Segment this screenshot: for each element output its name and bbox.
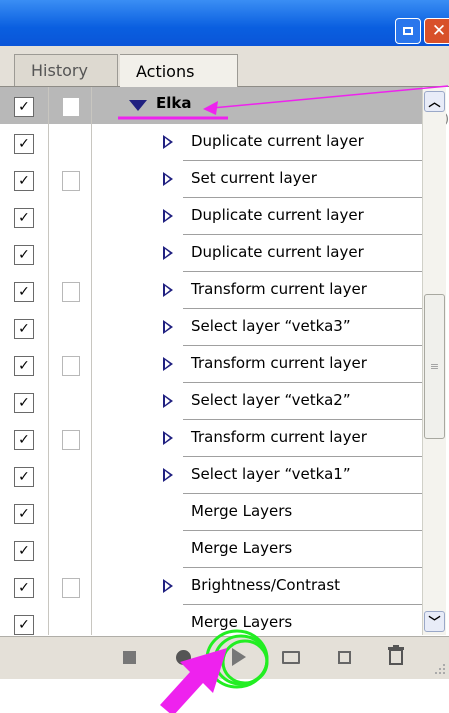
column-divider (48, 87, 49, 635)
collapsed-triangle-icon[interactable] (163, 431, 173, 445)
toggle-dialog-checkbox[interactable] (62, 430, 80, 450)
scroll-thumb[interactable]: ≡ (424, 294, 445, 439)
toggle-item-checkbox[interactable]: ✓ (14, 97, 34, 117)
collapsed-triangle-icon[interactable] (163, 579, 173, 593)
actions-panel: ✕ History Actions ✓ Elka ✓ Duplicate curren… (0, 0, 449, 679)
action-row[interactable]: ✓ Select layer “vetka2” (0, 383, 422, 420)
actions-list: ✓ Elka ✓ Duplicate current layer ✓ Set curren… (0, 87, 422, 642)
bottom-toolbar (0, 636, 449, 679)
action-label: Set current layer (191, 169, 317, 187)
action-label: Select layer “vetka1” (191, 465, 351, 483)
action-label: Transform current layer (191, 280, 367, 298)
tab-history[interactable]: History (14, 54, 118, 86)
collapsed-triangle-icon[interactable] (163, 283, 173, 297)
grip-icon: ≡ (429, 360, 440, 373)
record-icon[interactable] (174, 648, 192, 666)
action-row[interactable]: ✓ Duplicate current layer (0, 124, 422, 161)
action-row[interactable]: ✓ Merge Layers (0, 494, 422, 531)
expand-triangle-icon[interactable] (129, 100, 147, 111)
action-label: Duplicate current layer (191, 132, 364, 150)
collapsed-triangle-icon[interactable] (163, 246, 173, 260)
chevron-up-icon: ︿ (428, 95, 441, 109)
action-label: Duplicate current layer (191, 206, 364, 224)
toggle-item-checkbox[interactable]: ✓ (14, 578, 34, 598)
action-label: Merge Layers (191, 613, 293, 631)
action-row[interactable]: ✓ Select layer “vetka1” (0, 457, 422, 494)
action-set-label: Elka (156, 94, 192, 112)
title-bar: ✕ (0, 0, 449, 46)
toggle-item-checkbox[interactable]: ✓ (14, 208, 34, 228)
collapsed-triangle-icon[interactable] (163, 357, 173, 371)
action-row[interactable]: ✓ Merge Layers (0, 531, 422, 568)
collapsed-triangle-icon[interactable] (163, 209, 173, 223)
chevron-down-icon: ﹀ (428, 615, 441, 629)
toggle-item-checkbox[interactable]: ✓ (14, 134, 34, 154)
action-row[interactable]: ✓ Transform current layer (0, 420, 422, 457)
toggle-dialog-checkbox[interactable] (62, 578, 80, 598)
collapsed-triangle-icon[interactable] (163, 172, 173, 186)
toggle-item-checkbox[interactable]: ✓ (14, 504, 34, 524)
collapsed-triangle-icon[interactable] (163, 135, 173, 149)
action-label: Transform current layer (191, 428, 367, 446)
toggle-dialog-checkbox[interactable] (62, 171, 80, 191)
scroll-up-button[interactable]: ︿ (424, 91, 445, 112)
action-row[interactable]: ✓ Duplicate current layer (0, 198, 422, 235)
tab-history-label: History (31, 61, 88, 80)
action-label: Brightness/Contrast (191, 576, 341, 594)
minimize-icon (403, 27, 413, 35)
action-row[interactable]: ✓ Duplicate current layer (0, 235, 422, 272)
toggle-dialog-checkbox[interactable] (62, 356, 80, 376)
resize-grip-icon[interactable] (432, 661, 446, 675)
action-row[interactable]: ✓ Transform current layer (0, 272, 422, 309)
tab-strip: History Actions (0, 46, 449, 128)
close-icon: ✕ (431, 21, 447, 41)
toggle-item-checkbox[interactable]: ✓ (14, 541, 34, 561)
action-label: Merge Layers (191, 539, 293, 557)
vertical-scrollbar[interactable]: ︿ ≡ ﹀ (422, 87, 446, 635)
toggle-dialog-checkbox[interactable] (62, 97, 80, 117)
action-label: Transform current layer (191, 354, 367, 372)
toggle-item-checkbox[interactable]: ✓ (14, 467, 34, 487)
collapsed-triangle-icon[interactable] (163, 468, 173, 482)
toggle-item-checkbox[interactable]: ✓ (14, 245, 34, 265)
stop-icon[interactable] (121, 649, 137, 665)
column-divider (91, 87, 92, 635)
action-row[interactable]: ✓ Set current layer (0, 161, 422, 198)
collapsed-triangle-icon[interactable] (163, 394, 173, 408)
toggle-item-checkbox[interactable]: ✓ (14, 319, 34, 339)
action-label: Duplicate current layer (191, 243, 364, 261)
action-set-row[interactable]: ✓ Elka (0, 87, 422, 124)
new-set-icon[interactable] (281, 648, 301, 666)
toggle-item-checkbox[interactable]: ✓ (14, 393, 34, 413)
delete-icon[interactable] (388, 645, 404, 665)
minimize-button[interactable] (395, 18, 421, 44)
scroll-down-button[interactable]: ﹀ (424, 611, 445, 632)
toggle-item-checkbox[interactable]: ✓ (14, 356, 34, 376)
action-row[interactable]: ✓ Transform current layer (0, 346, 422, 383)
toggle-item-checkbox[interactable]: ✓ (14, 430, 34, 450)
action-row[interactable]: ✓ Select layer “vetka3” (0, 309, 422, 346)
toggle-item-checkbox[interactable]: ✓ (14, 282, 34, 302)
close-button[interactable]: ✕ (424, 18, 449, 44)
toggle-item-checkbox[interactable]: ✓ (14, 171, 34, 191)
toggle-item-checkbox[interactable]: ✓ (14, 615, 34, 635)
play-icon[interactable] (228, 646, 250, 668)
tab-actions-label: Actions (136, 61, 195, 81)
action-label: Select layer “vetka3” (191, 317, 351, 335)
toggle-dialog-checkbox[interactable] (62, 282, 80, 302)
action-label: Merge Layers (191, 502, 293, 520)
action-label: Select layer “vetka2” (191, 391, 351, 409)
action-row[interactable]: ✓ Brightness/Contrast (0, 568, 422, 605)
collapsed-triangle-icon[interactable] (163, 320, 173, 334)
tab-actions[interactable]: Actions (120, 54, 238, 87)
new-action-icon[interactable] (335, 648, 353, 666)
